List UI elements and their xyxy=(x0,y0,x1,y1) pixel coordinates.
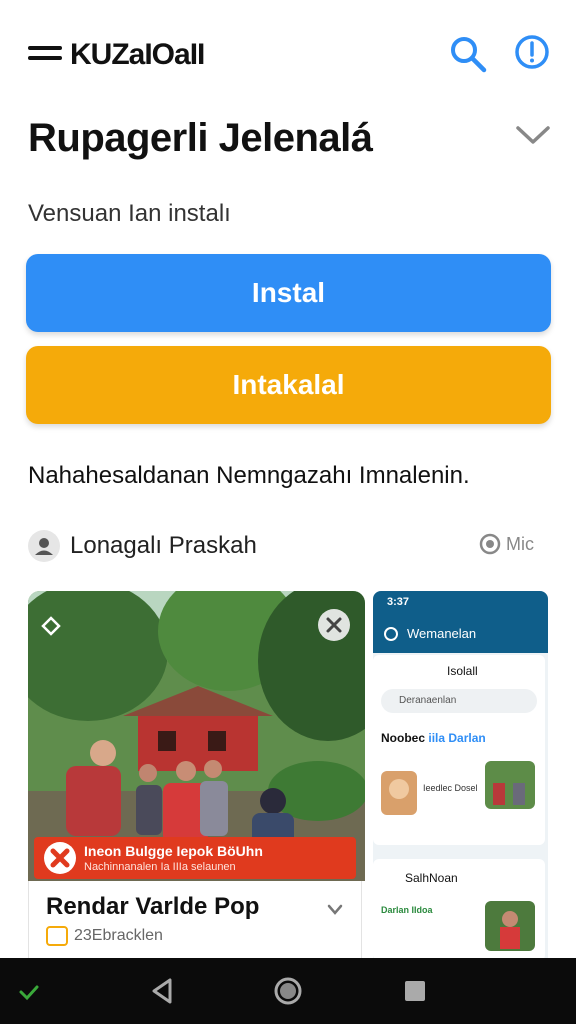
page-title: Rupagerli Jelenalá xyxy=(28,116,373,160)
home-icon[interactable] xyxy=(273,976,303,1006)
app-title: KUZaIOaII xyxy=(70,38,205,71)
chevron-down-icon[interactable] xyxy=(514,120,552,150)
chevron-down-icon[interactable] xyxy=(326,903,344,917)
menu-icon[interactable] xyxy=(28,46,62,64)
secondary-action-button[interactable]: Intakalal xyxy=(26,346,551,424)
mic-label[interactable]: Mic xyxy=(506,534,534,555)
preview-row-title: SalhNoan xyxy=(405,871,458,885)
preview-thumbnail xyxy=(381,771,417,815)
card-title: Rendar Varlde Pop xyxy=(46,893,260,920)
developer-avatar xyxy=(28,530,60,562)
preview-status-time: 3:37 xyxy=(387,596,410,608)
app-description: Nahahesaldanan Nemngazahı Imnalenin. xyxy=(28,462,470,489)
developer-name: Lonagalı Praskah xyxy=(70,532,257,559)
preview-thumbnail xyxy=(485,761,535,809)
card-meta: 23Ebracklen xyxy=(74,927,163,944)
preview-search-text: Deranaenlan xyxy=(399,695,457,706)
preview-panel: Isolall Deranaenlan Noobec iila Darlan I… xyxy=(373,655,545,845)
preview-thumbnail xyxy=(485,901,535,951)
check-icon xyxy=(19,985,39,1001)
preview-row-text: Darlan IIdoa xyxy=(381,905,433,915)
info-icon[interactable] xyxy=(512,32,552,72)
preview-section-title: Noobec iila Darlan xyxy=(381,731,486,745)
preview-panel-title: Isolall xyxy=(447,664,478,678)
record-icon[interactable] xyxy=(478,532,502,556)
preview-app-bar: Wemanelan xyxy=(373,615,548,653)
back-icon[interactable] xyxy=(148,976,178,1006)
preview-thumb-text: Ieedlec Dosel xyxy=(423,783,478,793)
banner-subtext: Nachinnanalen Ia IIIa selaunen xyxy=(84,861,236,873)
install-button[interactable]: Instal xyxy=(26,254,551,332)
preview-row: SalhNoan Darlan IIdoa xyxy=(373,859,545,961)
close-icon[interactable] xyxy=(318,609,350,641)
preview-clock-icon xyxy=(384,627,398,641)
top-app-bar: KUZaIOaII xyxy=(0,0,576,110)
recents-icon[interactable] xyxy=(402,978,428,1004)
banner-text: Ineon Bulgge Iepok BöUhn xyxy=(84,843,263,859)
version-text: Vensuan Ian instalı xyxy=(28,200,231,227)
screenshot-app-preview[interactable]: 3:37 Wemanelan Isolall Deranaenlan Noobe… xyxy=(373,591,548,961)
share-icon[interactable] xyxy=(38,612,64,638)
search-icon[interactable] xyxy=(448,34,488,74)
preview-app-title: Wemanelan xyxy=(407,626,477,641)
banner-logo-icon xyxy=(44,842,76,874)
person-icon xyxy=(35,538,53,555)
badge-icon xyxy=(46,926,68,946)
preview-status-bar: 3:37 xyxy=(373,591,548,615)
developer-row[interactable]: Lonagalı Praskah Mic xyxy=(28,528,548,564)
